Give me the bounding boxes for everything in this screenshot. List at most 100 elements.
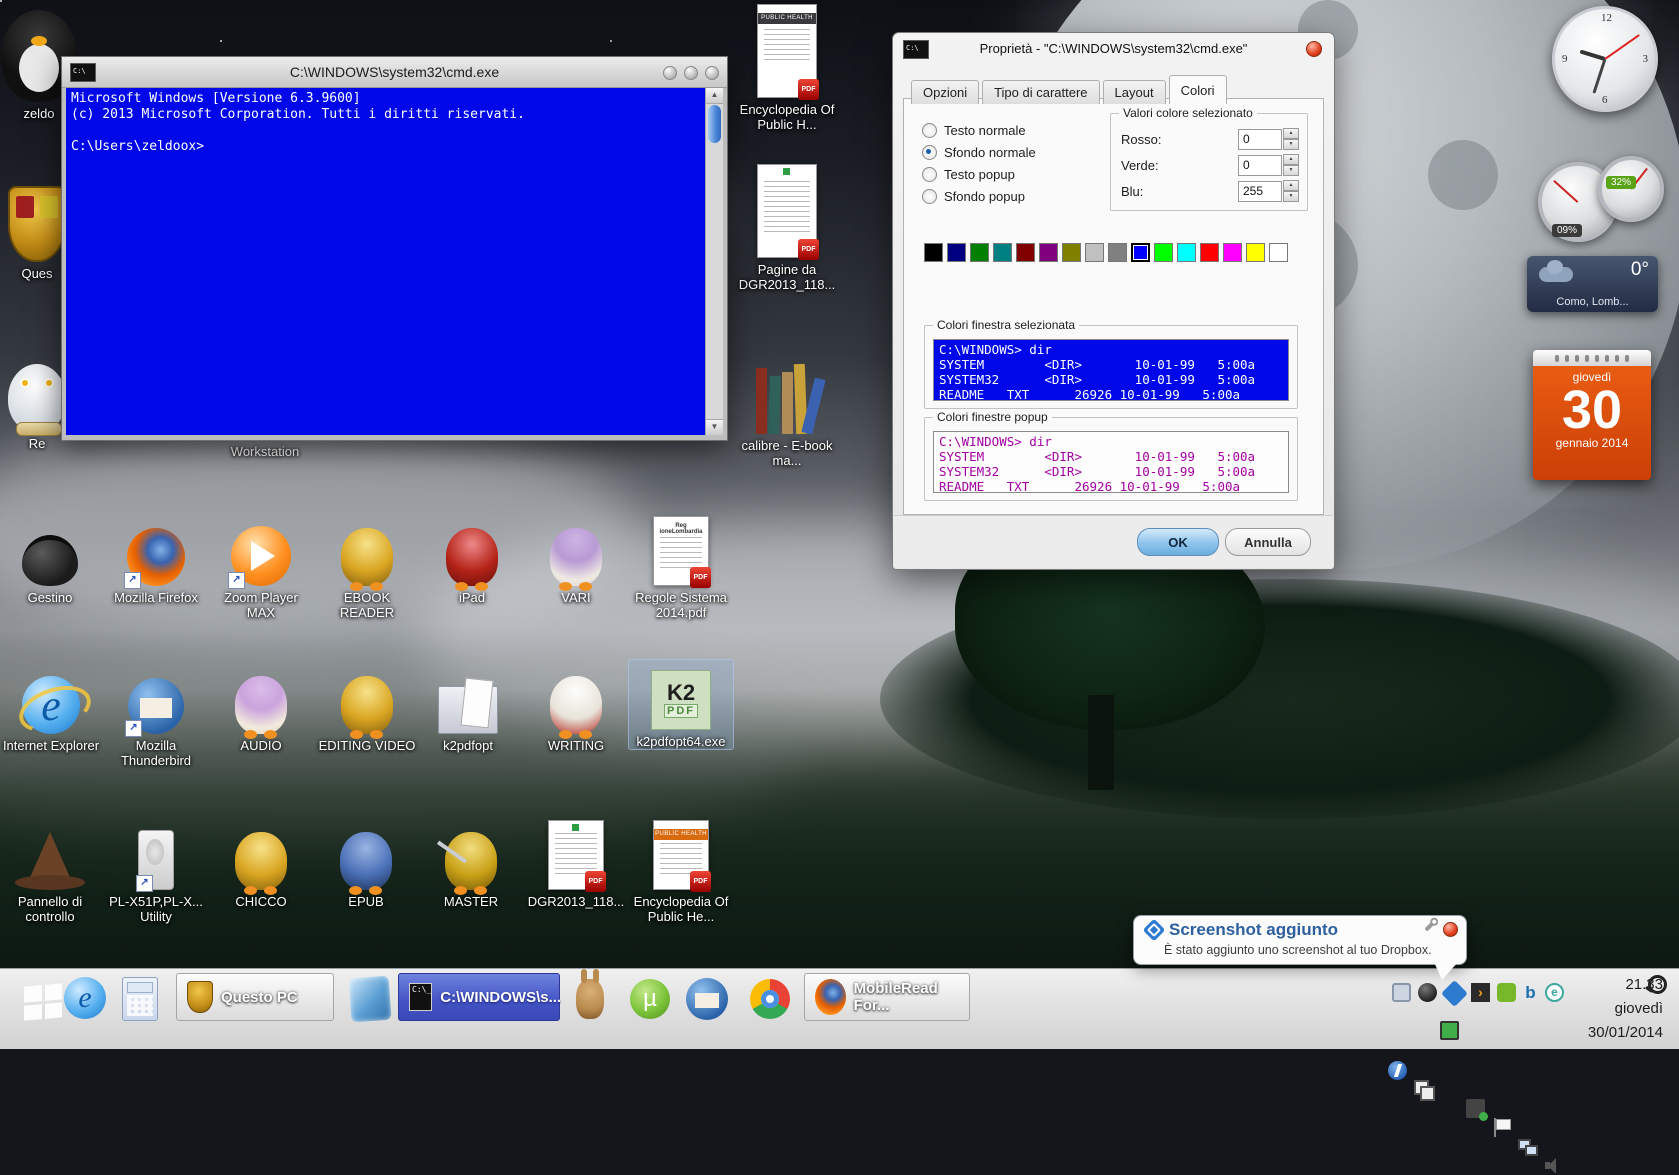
palette-swatch[interactable] [947, 243, 966, 262]
tray-windows-cascade-icon[interactable] [1414, 1080, 1435, 1101]
desktop-icon-zoom-player[interactable]: ↗ Zoom Player MAX [209, 516, 313, 620]
spin-up-icon[interactable]: ▲ [1283, 154, 1299, 165]
taskbar-chrome-icon[interactable] [750, 979, 790, 1019]
weather-gadget[interactable]: 0° Como, Lomb... [1527, 256, 1658, 312]
palette-swatch[interactable] [970, 243, 989, 262]
tray-remote-icon[interactable] [1392, 983, 1411, 1002]
desktop-icon-k2pdfopt64[interactable]: K2 PDF k2pdfopt64.exe [628, 659, 734, 750]
palette-swatch[interactable] [1177, 243, 1196, 262]
desktop-icon-chicco[interactable]: CHICCO [209, 820, 313, 909]
scroll-down-button[interactable]: ▼ [706, 419, 723, 435]
palette-swatch[interactable] [1154, 243, 1173, 262]
palette-swatch-selected[interactable] [1131, 243, 1150, 262]
tray-bing-icon[interactable]: b [1521, 983, 1540, 1002]
taskbar[interactable]: e Questo PC C:\_ C:\WINDOWS\s... µ Mobil… [0, 968, 1679, 1174]
desktop-icon-ebook-reader[interactable]: EBOOK READER [315, 516, 419, 620]
spin-down-icon[interactable]: ▼ [1283, 139, 1299, 150]
desktop-icon-plx51p-utility[interactable]: ↗ PL-X51P,PL-X... Utility [104, 820, 208, 924]
cmd-system-icon[interactable]: C:\ [70, 62, 96, 82]
desktop-icon-writing[interactable]: WRITING [524, 664, 628, 753]
palette-swatch[interactable] [993, 243, 1012, 262]
desktop-icon-gestino[interactable]: Gestino [0, 516, 102, 605]
palette-swatch[interactable] [1062, 243, 1081, 262]
radio-sfondo-normale[interactable]: Sfondo normale [922, 145, 1036, 160]
palette-swatch[interactable] [1269, 243, 1288, 262]
palette-swatch[interactable] [1200, 243, 1219, 262]
desktop-icon-thunderbird[interactable]: ↗ Mozilla Thunderbird [104, 664, 208, 768]
blu-input[interactable]: 255 [1238, 180, 1282, 202]
taskbar-button-questo-pc[interactable]: Questo PC [176, 973, 334, 1021]
taskbar-utorrent-icon[interactable]: µ [630, 979, 670, 1019]
desktop-icon-pannello-controllo[interactable]: Pannello di controllo [0, 820, 102, 924]
tray-globe-icon[interactable] [1418, 983, 1437, 1002]
desktop-icon-k2pdfopt-folder[interactable]: k2pdfopt [416, 664, 520, 753]
tray-volume-icon[interactable] [1544, 1156, 1563, 1175]
desktop-icon-ipad[interactable]: iPad [420, 516, 524, 605]
close-button[interactable] [705, 66, 719, 80]
verde-input[interactable]: 0 [1238, 154, 1282, 176]
minimize-button[interactable] [663, 66, 677, 80]
palette-swatch[interactable] [1108, 243, 1127, 262]
ok-button[interactable]: OK [1137, 528, 1219, 556]
tab-layout[interactable]: Layout [1102, 80, 1166, 104]
radio-circle-icon[interactable] [922, 167, 937, 182]
tray-lightning-icon[interactable] [1388, 1061, 1407, 1080]
palette-swatch[interactable] [1223, 243, 1242, 262]
desktop-icon-encyclopedia2-pdf[interactable]: PUBLIC HEALTH PDF Encyclopedia Of Public… [629, 820, 733, 924]
ram-gauge-gadget[interactable] [1598, 156, 1664, 222]
taskbar-calculator-icon[interactable] [122, 977, 158, 1021]
dialog-titlebar[interactable]: C:\ Proprietà - "C:\WINDOWS\system32\cmd… [893, 33, 1334, 63]
taskbar-thunderbird-icon[interactable] [686, 978, 728, 1020]
taskbar-button-cmd-active[interactable]: C:\_ C:\WINDOWS\s... [398, 973, 561, 1021]
scroll-up-button[interactable]: ▲ [706, 88, 723, 104]
desktop-icon-workstation-label[interactable]: Workstation [205, 444, 325, 459]
tray-power-plug-icon[interactable] [1466, 1099, 1488, 1121]
scroll-thumb[interactable] [708, 105, 721, 143]
cmd-scrollbar[interactable]: ▲ ▼ [705, 88, 723, 435]
taskbar-rabbit-icon[interactable] [576, 969, 604, 1019]
tab-colori[interactable]: Colori [1168, 75, 1227, 104]
spin-up-icon[interactable]: ▲ [1283, 128, 1299, 139]
desktop-icon-editing-video[interactable]: EDITING VIDEO [315, 664, 419, 753]
tray-network-icon[interactable] [1518, 1137, 1538, 1156]
search-magnifier-icon[interactable] [1648, 975, 1667, 994]
notification-close-button[interactable] [1443, 922, 1458, 937]
desktop-icon-calibre[interactable]: calibre - E-book ma... [732, 338, 842, 468]
start-button[interactable] [24, 983, 62, 1021]
dropbox-notification[interactable]: Screenshot aggiunto È stato aggiunto uno… [1133, 915, 1467, 980]
palette-swatch[interactable] [924, 243, 943, 262]
clock-gadget[interactable]: 12 3 6 9 [1552, 6, 1658, 112]
radio-circle-icon[interactable] [922, 123, 937, 138]
rosso-input[interactable]: 0 [1238, 128, 1282, 150]
tab-tipo-di-carattere[interactable]: Tipo di carattere [982, 80, 1100, 104]
cancel-button[interactable]: Annulla [1225, 528, 1311, 556]
calendar-gadget[interactable]: giovedì 30 gennaio 2014 [1533, 350, 1651, 480]
palette-swatch[interactable] [1039, 243, 1058, 262]
cmd-properties-dialog[interactable]: C:\ Proprietà - "C:\WINDOWS\system32\cmd… [892, 32, 1335, 570]
radio-testo-popup[interactable]: Testo popup [922, 167, 1015, 182]
desktop-icon-pagine-dgr-pdf[interactable]: PDF Pagine da DGR2013_118... [732, 162, 842, 292]
desktop-icon-epub[interactable]: EPUB [314, 820, 418, 909]
tab-opzioni[interactable]: Opzioni [911, 80, 980, 104]
tray-monitor-icon[interactable] [1440, 1021, 1459, 1040]
desktop-icon-internet-explorer[interactable]: e Internet Explorer [0, 664, 103, 753]
tray-evernote-icon[interactable] [1497, 983, 1516, 1002]
radio-testo-normale[interactable]: Testo normale [922, 123, 1026, 138]
desktop-icon-audio[interactable]: AUDIO [209, 664, 313, 753]
desktop-icon-firefox[interactable]: ↗ Mozilla Firefox [104, 516, 208, 605]
cmd-window[interactable]: C:\ C:\WINDOWS\system32\cmd.exe Microsof… [61, 56, 728, 441]
maximize-button[interactable] [684, 66, 698, 80]
tray-action-center-flag-icon[interactable] [1492, 1118, 1511, 1137]
palette-swatch[interactable] [1246, 243, 1265, 262]
tray-dropbox-icon[interactable] [1441, 980, 1468, 1007]
desktop-icon-encyclopedia-pdf[interactable]: PUBLIC HEALTH PDF Encyclopedia Of Public… [732, 2, 842, 132]
spin-up-icon[interactable]: ▲ [1283, 180, 1299, 191]
cmd-titlebar[interactable]: C:\ C:\WINDOWS\system32\cmd.exe [62, 57, 727, 88]
radio-circle-icon-selected[interactable] [922, 145, 937, 160]
palette-swatch[interactable] [1016, 243, 1035, 262]
spin-down-icon[interactable]: ▼ [1283, 165, 1299, 176]
dialog-close-button[interactable] [1306, 41, 1322, 57]
taskbar-clock[interactable]: 21.33 giovedì 30/01/2014 [1553, 973, 1663, 1045]
palette-swatch[interactable] [1085, 243, 1104, 262]
taskbar-explorer-crystal-icon[interactable] [348, 975, 392, 1023]
